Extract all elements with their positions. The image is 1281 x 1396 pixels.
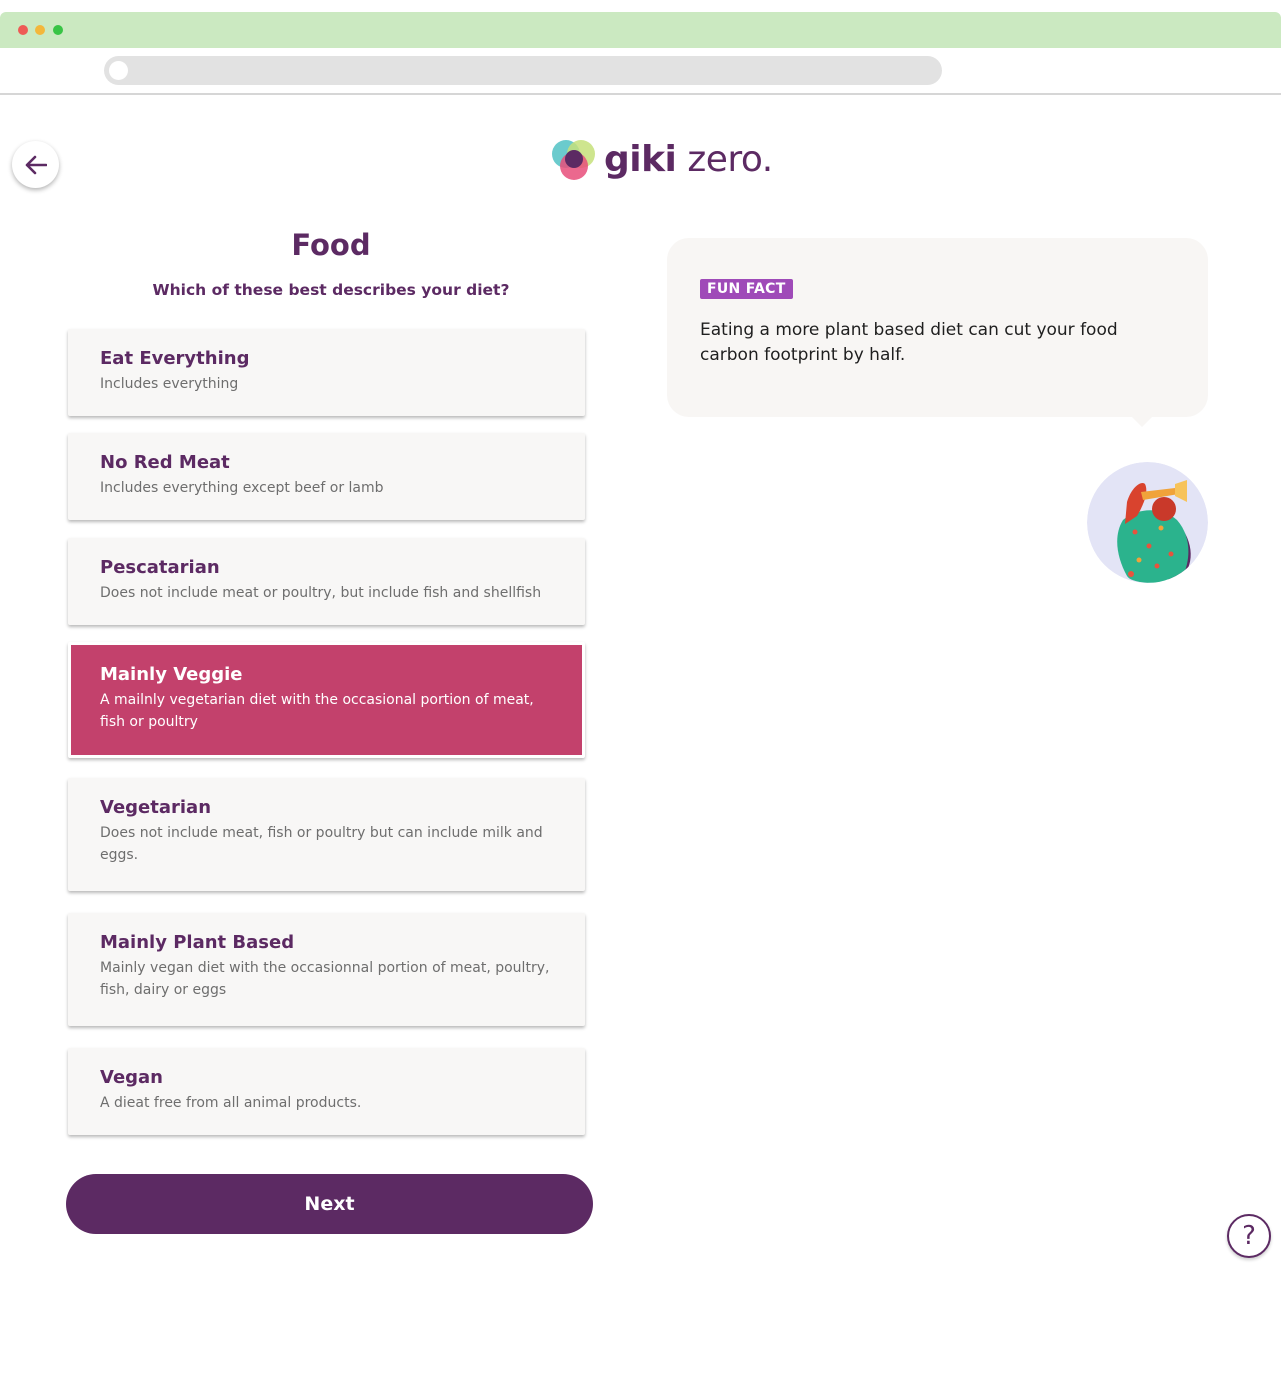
help-icon: ? xyxy=(1242,1221,1256,1251)
option-description: Does not include meat or poultry, but in… xyxy=(100,585,542,601)
option-eat-everything[interactable]: Eat Everything Includes everything xyxy=(68,329,585,416)
question-text: Which of these best describes your diet? xyxy=(152,281,510,299)
giki-zero-logo: giki zero. xyxy=(550,134,773,184)
address-bar[interactable] xyxy=(104,56,942,85)
back-button[interactable] xyxy=(12,141,59,188)
option-no-red-meat[interactable]: No Red Meat Includes everything except b… xyxy=(68,433,585,520)
option-description: A mailnly vegetarian diet with the occas… xyxy=(100,692,534,730)
option-title: Vegan xyxy=(100,1067,163,1088)
option-title: Vegetarian xyxy=(100,797,212,818)
option-description: Does not include meat, fish or poultry b… xyxy=(100,825,543,863)
option-mainly-plant-based[interactable]: Mainly Plant Based Mainly vegan diet wit… xyxy=(68,913,585,1026)
help-button[interactable]: ? xyxy=(1227,1214,1271,1258)
option-title: No Red Meat xyxy=(100,452,230,473)
browser-titlebar xyxy=(0,12,1281,48)
fun-fact-bubble-tail xyxy=(1130,415,1154,427)
minimize-window-dot[interactable] xyxy=(35,25,45,35)
option-title: Pescatarian xyxy=(100,557,220,578)
option-title: Eat Everything xyxy=(100,348,250,369)
option-title: Mainly Plant Based xyxy=(100,932,295,953)
next-button[interactable]: Next xyxy=(66,1174,593,1234)
option-description: Mainly vegan diet with the occasionnal p… xyxy=(100,960,550,998)
option-description: Includes everything xyxy=(100,376,239,392)
close-window-dot[interactable] xyxy=(18,25,28,35)
option-mainly-veggie[interactable]: Mainly Veggie A mailnly vegetarian diet … xyxy=(68,642,585,758)
maximize-window-dot[interactable] xyxy=(53,25,63,35)
option-vegetarian[interactable]: Vegetarian Does not include meat, fish o… xyxy=(68,778,585,891)
option-title: Mainly Veggie xyxy=(100,664,243,685)
address-bar-icon xyxy=(109,61,128,80)
fun-fact-text: Eating a more plant based diet can cut y… xyxy=(700,320,1118,365)
option-vegan[interactable]: Vegan A dieat free from all animal produ… xyxy=(68,1048,585,1135)
browser-toolbar xyxy=(0,48,1281,95)
fun-fact-badge: FUN FACT xyxy=(700,279,793,299)
option-description: A dieat free from all animal products. xyxy=(100,1095,362,1111)
logo-brand-light: zero. xyxy=(676,138,773,180)
guide-avatar xyxy=(1087,462,1208,583)
person-with-horn-illustration xyxy=(1087,462,1208,583)
logo-wordmark: giki zero. xyxy=(604,139,773,180)
logo-mark-icon xyxy=(552,140,595,180)
logo-brand-bold: giki xyxy=(604,138,677,180)
arrow-left-icon xyxy=(25,155,47,174)
page-title: Food xyxy=(291,228,371,262)
option-description: Includes everything except beef or lamb xyxy=(100,480,384,496)
option-pescatarian[interactable]: Pescatarian Does not include meat or pou… xyxy=(68,538,585,625)
